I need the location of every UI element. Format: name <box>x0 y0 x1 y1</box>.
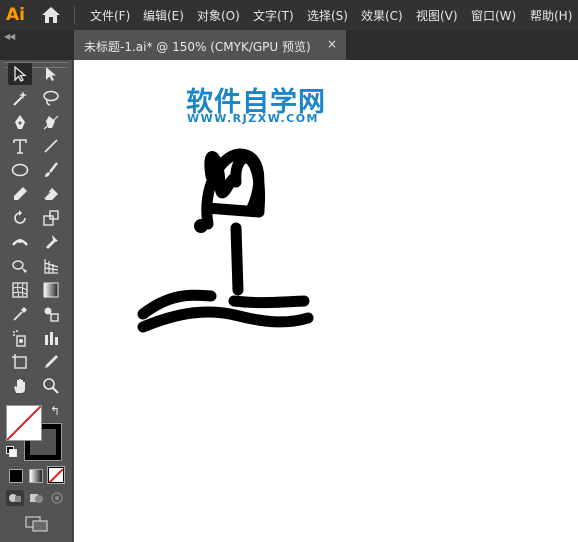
menu-select[interactable]: 选择(S) <box>307 7 348 24</box>
type-tool-icon[interactable] <box>8 135 32 157</box>
eraser-tool-icon[interactable] <box>39 183 63 205</box>
menu-help[interactable]: 帮助(H) <box>530 7 572 24</box>
default-fill-stroke-icon-2 <box>9 449 17 457</box>
direct-selection-tool-icon[interactable] <box>39 63 63 85</box>
perspective-grid-tool-icon[interactable] <box>39 255 63 277</box>
gradient-tool-icon[interactable] <box>39 279 63 301</box>
shaper-tool-icon[interactable] <box>8 183 32 205</box>
menu-effect[interactable]: 效果(C) <box>361 7 403 24</box>
scale-tool-icon[interactable] <box>39 207 63 229</box>
none-slash-icon <box>49 468 63 482</box>
draw-behind-icon[interactable] <box>27 490 45 506</box>
symbol-sprayer-tool-icon[interactable] <box>8 327 32 349</box>
fill-swatch-front <box>6 405 42 441</box>
magic-wand-tool-icon[interactable] <box>8 87 32 109</box>
document-tab-title: 未标题-1.ai* @ 150% (CMYK/GPU 预览) <box>84 40 311 54</box>
rotate-tool-icon[interactable] <box>8 207 32 229</box>
selection-tool-icon[interactable] <box>8 63 32 85</box>
document-tab-bar: ◀◀ 未标题-1.ai* @ 150% (CMYK/GPU 预览) × <box>0 30 578 60</box>
menu-window[interactable]: 窗口(W) <box>471 7 516 24</box>
draw-normal-icon[interactable] <box>6 490 24 506</box>
figure-body <box>230 222 244 296</box>
swap-fill-stroke-icon[interactable]: ↰ <box>50 404 60 418</box>
paintbrush-tool-icon[interactable] <box>39 159 63 181</box>
collapse-panel-icon[interactable]: ◀◀ <box>4 32 15 41</box>
menu-edit[interactable]: 编辑(E) <box>143 7 184 24</box>
eyedropper-tool-icon[interactable] <box>8 303 32 325</box>
puppet-warp-tool-icon[interactable] <box>39 231 63 253</box>
hand-tool-icon[interactable] <box>8 375 32 397</box>
draw-inside-icon[interactable] <box>48 490 66 506</box>
column-graph-tool-icon[interactable] <box>39 327 63 349</box>
menu-separator <box>74 6 75 24</box>
home-icon[interactable] <box>41 6 61 24</box>
screen-mode-icon[interactable] <box>24 515 50 533</box>
ellipse-tool-icon[interactable] <box>8 159 32 181</box>
color-mode-button[interactable] <box>9 469 23 483</box>
none-mode-button[interactable] <box>47 466 65 484</box>
artboard-canvas[interactable]: 软件自学网 WWW.RJZXW.COM <box>74 60 578 542</box>
menu-type[interactable]: 文字(T) <box>253 7 294 24</box>
menu-file[interactable]: 文件(F) <box>90 7 130 24</box>
menu-view[interactable]: 视图(V) <box>416 7 458 24</box>
artwork-drawing[interactable] <box>74 60 578 542</box>
mesh-tool-icon[interactable] <box>8 279 32 301</box>
figure-dot <box>194 219 208 233</box>
wave-right-upper <box>228 295 310 309</box>
pen-tool-icon[interactable] <box>8 111 32 133</box>
curvature-tool-icon[interactable] <box>39 111 63 133</box>
line-segment-tool-icon[interactable] <box>39 135 63 157</box>
zoom-tool-icon[interactable] <box>39 375 63 397</box>
artboard-tool-icon[interactable] <box>8 351 32 373</box>
gradient-mode-button[interactable] <box>29 469 43 483</box>
wave-lower <box>137 306 314 333</box>
blend-tool-icon[interactable] <box>39 303 63 325</box>
lasso-tool-icon[interactable] <box>39 87 63 109</box>
close-tab-icon[interactable]: × <box>327 37 337 51</box>
shape-builder-tool-icon[interactable] <box>8 255 32 277</box>
slice-tool-icon[interactable] <box>39 351 63 373</box>
menu-bar: Ai 文件(F) 编辑(E) 对象(O) 文字(T) 选择(S) 效果(C) 视… <box>0 0 578 30</box>
width-tool-icon[interactable] <box>8 231 32 253</box>
app-logo: Ai <box>6 5 25 25</box>
tools-panel: ↰ <box>0 60 73 542</box>
menu-object[interactable]: 对象(O) <box>197 7 240 24</box>
figure-bar <box>201 202 265 218</box>
document-tab[interactable]: 未标题-1.ai* @ 150% (CMYK/GPU 预览) × <box>74 30 346 60</box>
